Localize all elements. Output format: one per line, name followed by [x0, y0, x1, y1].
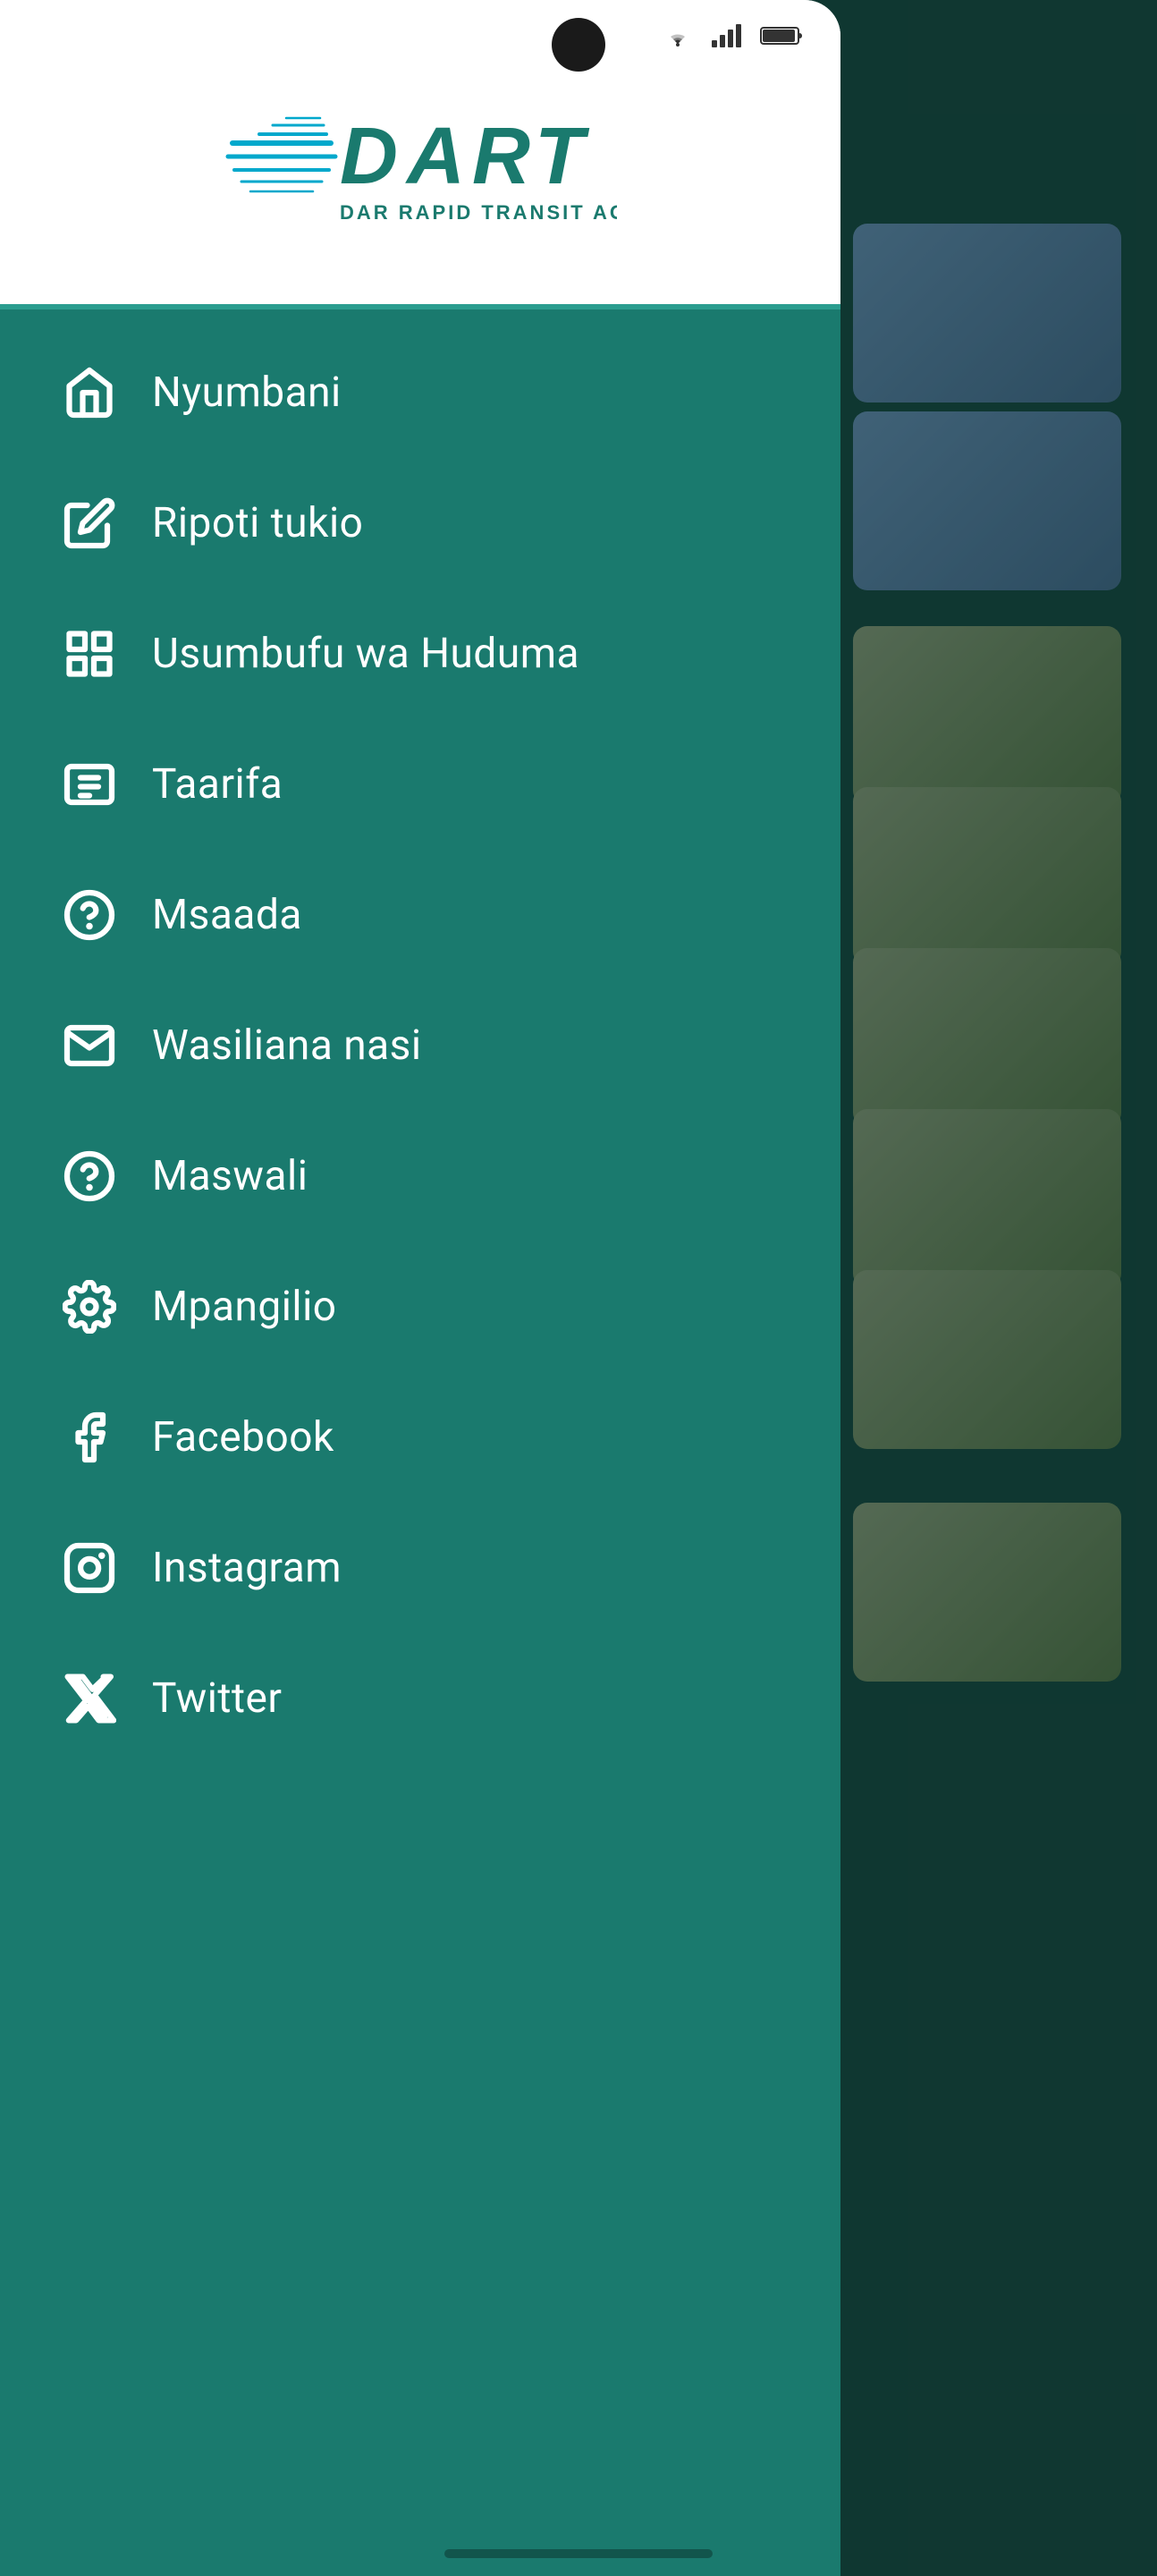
menu-item-wasiliana-nasi[interactable]: Wasiliana nasi	[0, 980, 840, 1111]
svg-text:T: T	[535, 112, 590, 201]
menu-item-maswali[interactable]: Maswali	[0, 1111, 840, 1241]
menu-label-msaada: Msaada	[152, 891, 302, 939]
navigation-drawer: D A R T DAR RAPID TRANSIT AGENCY Nyumban…	[0, 0, 840, 2576]
menu-label-twitter: Twitter	[152, 1674, 283, 1723]
svg-text:D: D	[340, 112, 398, 201]
menu-item-nyumbani[interactable]: Nyumbani	[0, 327, 840, 458]
menu-label-wasiliana-nasi: Wasiliana nasi	[152, 1021, 422, 1070]
svg-text:A: A	[405, 112, 465, 201]
svg-text:R: R	[472, 112, 530, 201]
newspaper-icon	[54, 753, 125, 816]
menu-label-instagram: Instagram	[152, 1544, 342, 1592]
menu-label-mpangilio: Mpangilio	[152, 1283, 337, 1331]
menu-item-usumbufu[interactable]: Usumbufu wa Huduma	[0, 589, 840, 719]
logo-container: D A R T DAR RAPID TRANSIT AGENCY	[224, 80, 617, 242]
menu-item-mpangilio[interactable]: Mpangilio	[0, 1241, 840, 1372]
menu-item-msaada[interactable]: Msaada	[0, 850, 840, 980]
battery-icon	[760, 24, 805, 47]
menu-label-taarifa: Taarifa	[152, 760, 283, 809]
question-icon	[54, 1145, 125, 1208]
help-circle-icon	[54, 884, 125, 946]
drawer-menu: Nyumbani Ripoti tukio Usumbufu wa Huduma	[0, 309, 840, 2576]
menu-item-facebook[interactable]: Facebook	[0, 1372, 840, 1503]
menu-item-twitter[interactable]: Twitter	[0, 1633, 840, 1764]
camera-notch	[552, 18, 605, 72]
settings-icon	[54, 1275, 125, 1338]
signal-icon	[710, 22, 746, 49]
status-icons	[660, 22, 805, 49]
menu-item-instagram[interactable]: Instagram	[0, 1503, 840, 1633]
home-indicator	[444, 2549, 713, 2558]
menu-label-ripoti-tukio: Ripoti tukio	[152, 499, 363, 547]
edit-icon	[54, 492, 125, 555]
menu-label-nyumbani: Nyumbani	[152, 369, 342, 417]
instagram-icon	[54, 1537, 125, 1599]
menu-item-ripoti-tukio[interactable]: Ripoti tukio	[0, 458, 840, 589]
menu-item-taarifa[interactable]: Taarifa	[0, 719, 840, 850]
menu-label-usumbufu: Usumbufu wa Huduma	[152, 630, 579, 678]
menu-label-facebook: Facebook	[152, 1413, 334, 1462]
dart-logo: D A R T DAR RAPID TRANSIT AGENCY	[224, 80, 617, 242]
mail-icon	[54, 1014, 125, 1077]
menu-label-maswali: Maswali	[152, 1152, 308, 1200]
grid-icon	[54, 623, 125, 685]
home-icon	[54, 361, 125, 424]
facebook-icon	[54, 1406, 125, 1469]
twitter-x-icon	[54, 1667, 125, 1730]
svg-text:DAR RAPID TRANSIT AGENCY: DAR RAPID TRANSIT AGENCY	[340, 201, 617, 224]
wifi-icon	[660, 22, 696, 49]
status-bar	[0, 0, 840, 72]
